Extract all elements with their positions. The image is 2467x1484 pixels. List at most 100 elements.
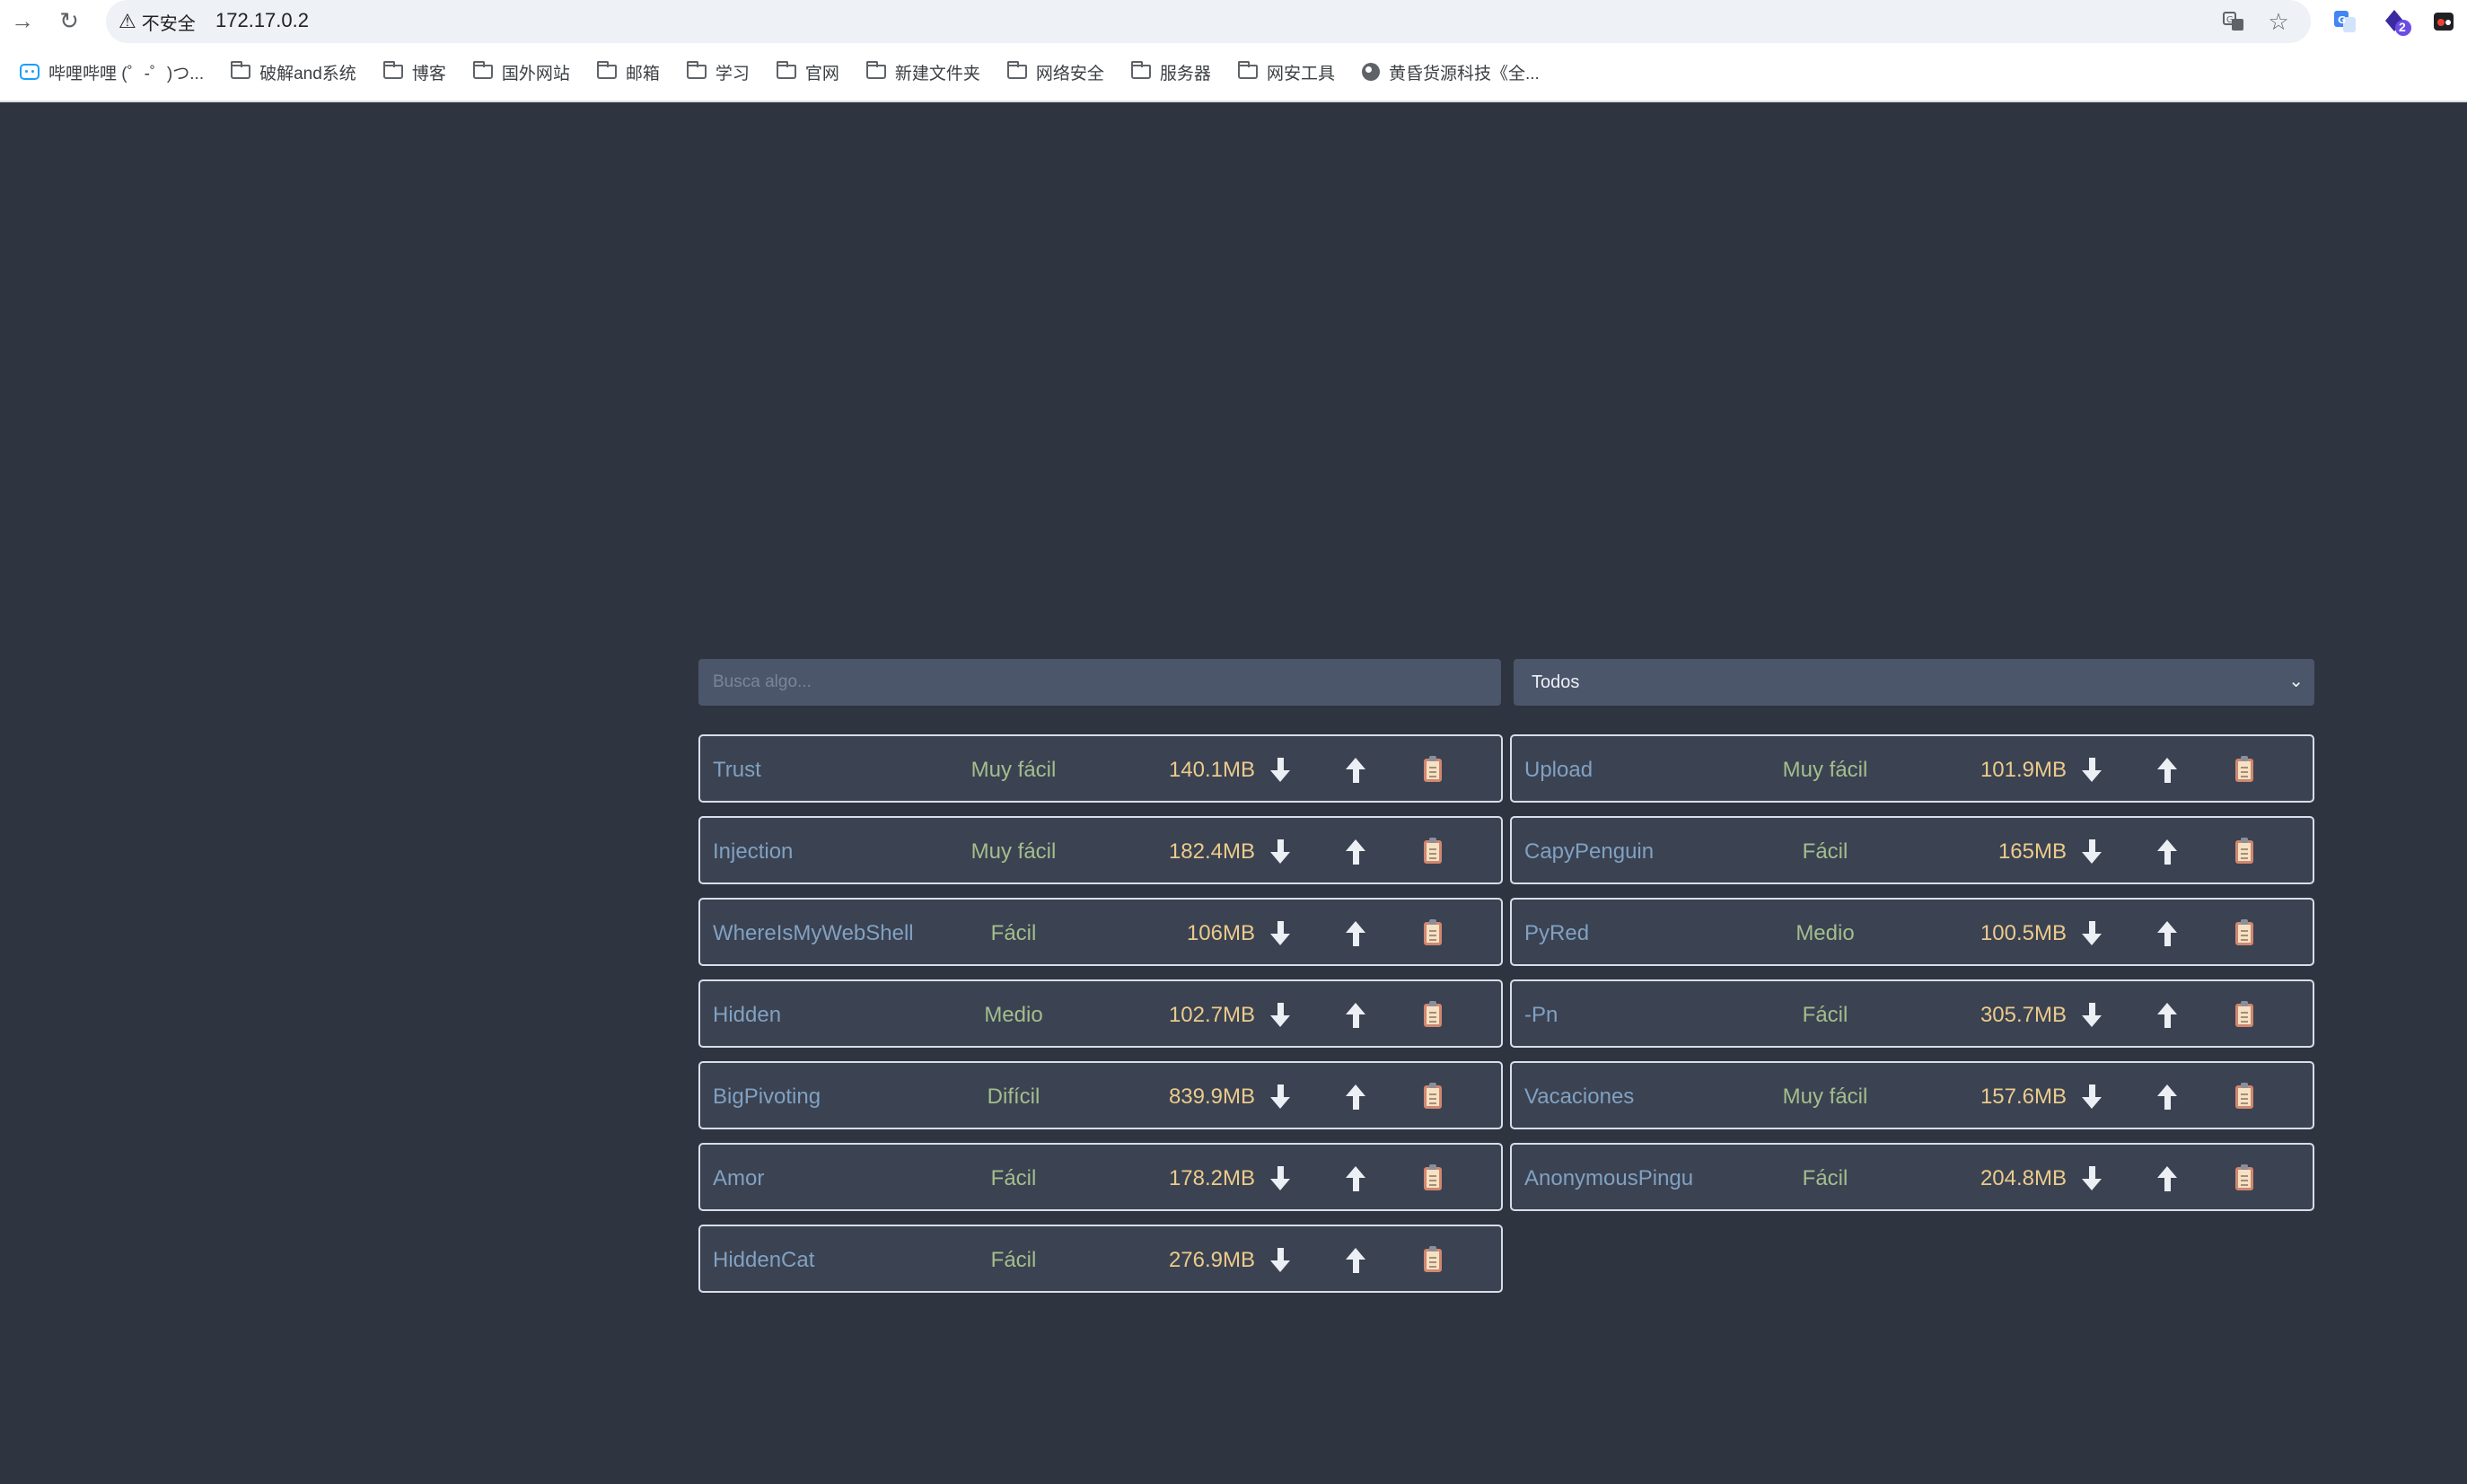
machine-name[interactable]: PyRed	[1524, 921, 1589, 946]
writeup-button[interactable]	[1413, 996, 1453, 1035]
download-button[interactable]	[2072, 1159, 2111, 1199]
download-button[interactable]	[1260, 1159, 1300, 1199]
upload-button[interactable]	[1336, 832, 1375, 872]
bookmark-item[interactable]: 网安工具	[1237, 60, 1335, 84]
machine-size: 305.7MB	[1980, 1003, 2067, 1027]
upload-button[interactable]	[1336, 751, 1375, 790]
machine-size: 178.2MB	[1168, 1166, 1255, 1190]
machine-card: Hidden Medio 102.7MB	[698, 979, 1503, 1048]
writeup-button[interactable]	[1413, 1241, 1453, 1280]
download-button[interactable]	[1260, 1241, 1300, 1280]
url-text[interactable]: 172.17.0.2	[215, 9, 309, 32]
security-label: 不安全	[141, 13, 196, 34]
machine-size: 101.9MB	[1980, 758, 2067, 782]
download-button[interactable]	[2072, 996, 2111, 1035]
google-translate-extension-icon[interactable]: G	[2329, 5, 2361, 38]
machine-name[interactable]: CapyPenguin	[1524, 839, 1654, 865]
bookmark-item[interactable]: 博客	[382, 60, 446, 84]
upload-button[interactable]	[2147, 1077, 2187, 1117]
machine-name[interactable]: HiddenCat	[713, 1248, 814, 1273]
machine-difficulty: Medio	[984, 1003, 1043, 1027]
bookmark-star-icon[interactable]: ☆	[2262, 5, 2295, 38]
upload-button[interactable]	[1336, 1077, 1375, 1117]
reload-icon[interactable]: ↻	[50, 2, 88, 40]
forward-arrow-icon[interactable]: →	[4, 2, 41, 40]
security-chip[interactable]: ⚠ 不安全	[119, 7, 196, 36]
bookmark-item[interactable]: 国外网站	[472, 60, 570, 84]
download-button[interactable]	[1260, 832, 1300, 872]
upload-button[interactable]	[2147, 996, 2187, 1035]
machine-name[interactable]: Hidden	[713, 1003, 781, 1028]
writeup-button[interactable]	[2225, 1077, 2264, 1117]
address-bar[interactable]: ⚠ 不安全 172.17.0.2 G ☆	[106, 0, 2311, 43]
clipboard-icon	[1424, 756, 1442, 782]
bookmark-item[interactable]: 邮箱	[596, 60, 660, 84]
download-button[interactable]	[2072, 914, 2111, 953]
download-arrow-icon	[1270, 839, 1290, 865]
download-button[interactable]	[1260, 914, 1300, 953]
profile-extension-icon[interactable]	[2427, 5, 2460, 38]
bookmark-item[interactable]: 官网	[776, 60, 839, 84]
machine-size: 839.9MB	[1168, 1084, 1255, 1109]
machine-name[interactable]: AnonymousPingu	[1524, 1166, 1693, 1191]
search-input[interactable]	[698, 659, 1501, 706]
difficulty-filter-select[interactable]: Todos ⌄	[1514, 659, 2314, 706]
bookmark-item[interactable]: 学习	[686, 60, 750, 84]
writeup-button[interactable]	[2225, 751, 2264, 790]
upload-button[interactable]	[1336, 996, 1375, 1035]
bookmark-item[interactable]: 破解and系统	[231, 60, 356, 84]
folder-icon	[1006, 61, 1027, 79]
clipboard-icon	[1424, 1083, 1442, 1109]
download-button[interactable]	[1260, 996, 1300, 1035]
bookmark-label: 新建文件夹	[894, 64, 980, 83]
bookmark-item[interactable]: 哔哩哔哩 (゜-゜)つ...	[20, 60, 204, 84]
machine-name[interactable]: BigPivoting	[713, 1084, 821, 1110]
upload-button[interactable]	[2147, 751, 2187, 790]
bookmark-item[interactable]: 网络安全	[1006, 60, 1104, 84]
upload-arrow-icon	[2157, 1084, 2177, 1110]
upload-button[interactable]	[2147, 914, 2187, 953]
upload-button[interactable]	[1336, 1241, 1375, 1280]
machine-name[interactable]: -Pn	[1524, 1003, 1558, 1028]
download-button[interactable]	[1260, 751, 1300, 790]
upload-arrow-icon	[2157, 839, 2177, 865]
bookmark-item[interactable]: 黄昏货源科技《全...	[1361, 60, 1540, 84]
machine-name[interactable]: WhereIsMyWebShell	[713, 921, 914, 946]
writeup-button[interactable]	[2225, 914, 2264, 953]
bookmark-label: 官网	[804, 64, 839, 83]
machine-card: Vacaciones Muy fácil 157.6MB	[1510, 1061, 2314, 1129]
clipboard-icon	[1424, 1246, 1442, 1272]
machine-difficulty: Fácil	[1802, 839, 1848, 864]
writeup-button[interactable]	[1413, 914, 1453, 953]
writeup-button[interactable]	[2225, 832, 2264, 872]
extension-badge-icon[interactable]: 2	[2381, 5, 2413, 38]
machine-name[interactable]: Trust	[713, 758, 761, 783]
bookmark-item[interactable]: 服务器	[1130, 60, 1211, 84]
bookmark-item[interactable]: 新建文件夹	[865, 60, 980, 84]
upload-button[interactable]	[2147, 832, 2187, 872]
upload-button[interactable]	[1336, 914, 1375, 953]
translate-icon[interactable]: G	[2217, 5, 2250, 38]
machine-difficulty: Fácil	[990, 921, 1037, 945]
download-button[interactable]	[2072, 832, 2111, 872]
machine-name[interactable]: Injection	[713, 839, 793, 865]
writeup-button[interactable]	[2225, 1159, 2264, 1199]
upload-button[interactable]	[1336, 1159, 1375, 1199]
machine-card: CapyPenguin Fácil 165MB	[1510, 816, 2314, 884]
machine-size: 157.6MB	[1980, 1084, 2067, 1109]
writeup-button[interactable]	[1413, 751, 1453, 790]
machine-name[interactable]: Vacaciones	[1524, 1084, 1634, 1110]
download-button[interactable]	[2072, 1077, 2111, 1117]
upload-button[interactable]	[2147, 1159, 2187, 1199]
download-button[interactable]	[1260, 1077, 1300, 1117]
writeup-button[interactable]	[1413, 1077, 1453, 1117]
machine-name[interactable]: Upload	[1524, 758, 1593, 783]
download-button[interactable]	[2072, 751, 2111, 790]
writeup-button[interactable]	[1413, 1159, 1453, 1199]
writeup-button[interactable]	[1413, 832, 1453, 872]
svg-text:G: G	[2226, 15, 2234, 25]
machine-name[interactable]: Amor	[713, 1166, 764, 1191]
writeup-button[interactable]	[2225, 996, 2264, 1035]
download-arrow-icon	[2082, 921, 2102, 946]
bookmark-label: 黄昏货源科技《全...	[1388, 64, 1540, 83]
